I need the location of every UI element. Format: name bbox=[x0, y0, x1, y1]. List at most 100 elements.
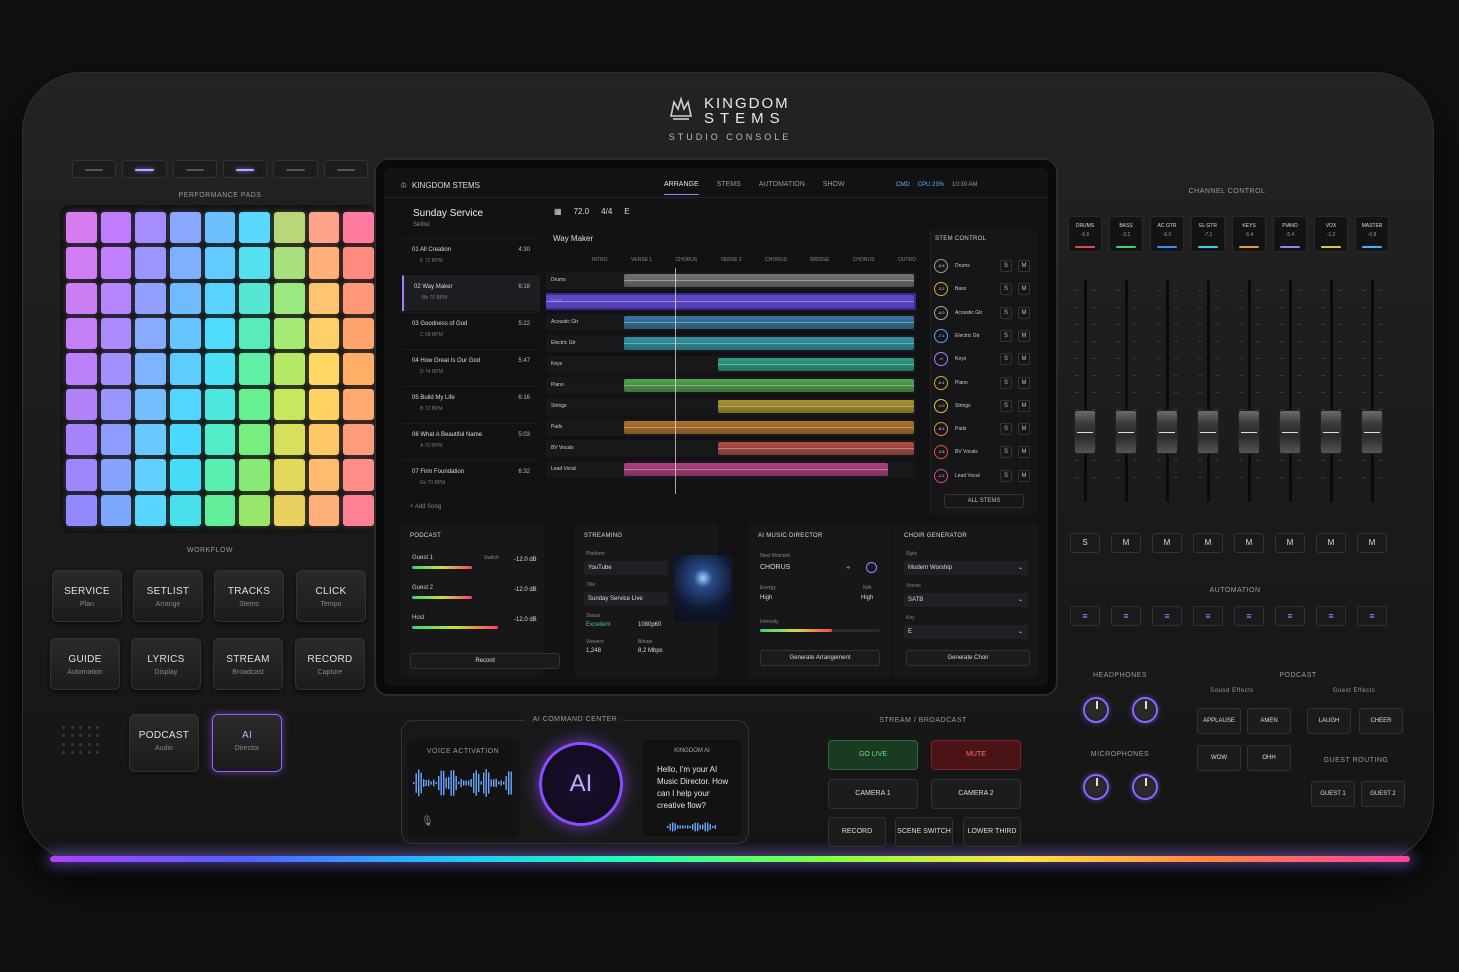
tempo-value[interactable]: 72.0 bbox=[574, 207, 590, 216]
automation-button[interactable]: ≡ bbox=[1193, 606, 1223, 626]
performance-pad[interactable] bbox=[169, 247, 201, 279]
target-icon[interactable]: ⌖ bbox=[846, 563, 851, 573]
key-select[interactable]: E ⌄ bbox=[904, 625, 1028, 639]
section-marker[interactable]: CHORUS bbox=[765, 257, 787, 263]
audio-clip[interactable] bbox=[718, 442, 914, 455]
performance-pad[interactable] bbox=[100, 388, 132, 420]
performance-pad[interactable] bbox=[169, 282, 201, 314]
performance-pad[interactable] bbox=[66, 247, 97, 279]
performance-pad[interactable] bbox=[239, 212, 270, 244]
performance-pad[interactable] bbox=[273, 459, 305, 491]
audio-clip[interactable] bbox=[718, 400, 914, 413]
performance-pad[interactable] bbox=[135, 494, 166, 526]
channel-fader[interactable] bbox=[1197, 410, 1219, 454]
section-marker[interactable]: CHORUS bbox=[853, 257, 875, 263]
channel-solo-mute-button[interactable]: M bbox=[1152, 533, 1182, 553]
mute-button[interactable]: M bbox=[1018, 469, 1030, 482]
scene-switch-button[interactable]: SCENE SWITCH bbox=[895, 817, 953, 847]
song-item[interactable]: 02 Way Maker Bb 76 BPM 6:18 bbox=[402, 275, 540, 311]
track-lane[interactable]: Strings bbox=[546, 398, 916, 415]
headphone-1-knob[interactable] bbox=[1083, 697, 1109, 723]
performance-pad[interactable] bbox=[308, 282, 340, 314]
performance-pad[interactable] bbox=[66, 212, 97, 244]
performance-pad[interactable] bbox=[308, 459, 340, 491]
guest-routing-2-button[interactable]: GUEST 2 bbox=[1361, 781, 1405, 807]
solo-button[interactable]: S bbox=[1000, 446, 1012, 459]
stem-level-knob[interactable]: -5.4 bbox=[934, 375, 948, 390]
performance-pad[interactable] bbox=[135, 353, 166, 385]
sound-effect-ohh-button[interactable]: OHH bbox=[1247, 745, 1291, 771]
song-item[interactable]: 05 Build My Life B 72 BPM 6:16 bbox=[402, 386, 540, 422]
track-lane[interactable]: Pads bbox=[546, 419, 916, 436]
track-lane[interactable]: Drums bbox=[546, 272, 916, 289]
performance-pad[interactable] bbox=[273, 317, 305, 350]
channel-fader[interactable] bbox=[1361, 410, 1383, 454]
tab-automation[interactable]: AUTOMATION bbox=[759, 181, 805, 195]
broadcast-record-button[interactable]: RECORD bbox=[828, 817, 886, 847]
performance-pad[interactable] bbox=[308, 212, 340, 244]
audio-clip[interactable] bbox=[624, 337, 914, 350]
channel-fader[interactable] bbox=[1074, 410, 1096, 454]
performance-pad[interactable] bbox=[135, 423, 166, 456]
camera-2-button[interactable]: CAMERA 2 bbox=[931, 779, 1021, 809]
channel-solo-mute-button[interactable]: M bbox=[1193, 533, 1223, 553]
performance-pad[interactable] bbox=[308, 247, 340, 279]
performance-pad[interactable] bbox=[66, 423, 97, 456]
performance-pad[interactable] bbox=[239, 423, 270, 456]
performance-pad[interactable] bbox=[169, 423, 201, 456]
solo-button[interactable]: S bbox=[1000, 423, 1012, 436]
performance-pad[interactable] bbox=[100, 423, 132, 456]
performance-pad[interactable] bbox=[343, 494, 374, 526]
performance-pad[interactable] bbox=[100, 247, 132, 279]
guest-routing-1-button[interactable]: GUEST 1 bbox=[1311, 781, 1355, 807]
performance-pad[interactable] bbox=[239, 317, 270, 350]
section-marker[interactable]: VERSE 1 bbox=[631, 257, 652, 263]
camera-1-button[interactable]: CAMERA 1 bbox=[828, 779, 918, 809]
section-marker[interactable]: INTRO bbox=[592, 257, 608, 263]
all-stems-button[interactable]: ALL STEMS bbox=[944, 494, 1024, 508]
podcast-level-meter[interactable] bbox=[412, 626, 498, 629]
automation-button[interactable]: ≡ bbox=[1275, 606, 1305, 626]
track-lane[interactable]: Acoustic Gtr bbox=[546, 314, 916, 331]
section-marker[interactable]: OUTRO bbox=[898, 257, 916, 263]
automation-button[interactable]: ≡ bbox=[1152, 606, 1182, 626]
performance-pad[interactable] bbox=[239, 353, 270, 385]
performance-pad[interactable] bbox=[273, 247, 305, 279]
stem-level-knob[interactable]: -6.0 bbox=[934, 305, 948, 320]
solo-button[interactable]: S bbox=[1000, 376, 1012, 389]
performance-pad[interactable] bbox=[66, 353, 97, 385]
performance-pad[interactable] bbox=[308, 317, 340, 350]
ai-spark-icon[interactable] bbox=[866, 562, 877, 573]
performance-pad[interactable] bbox=[308, 388, 340, 420]
workflow-ai-button[interactable]: AI Director bbox=[212, 714, 282, 772]
song-item[interactable]: 03 Goodness of God C 68 BPM 5:22 bbox=[402, 312, 540, 348]
performance-pad[interactable] bbox=[273, 388, 305, 420]
performance-pad[interactable] bbox=[273, 494, 305, 526]
mute-button[interactable]: M bbox=[1018, 446, 1030, 459]
performance-pad[interactable] bbox=[343, 212, 374, 244]
track-lane[interactable]: Electric Gtr bbox=[546, 335, 916, 352]
podcast-record-button[interactable]: Record bbox=[410, 653, 560, 669]
mute-button[interactable]: M bbox=[1018, 399, 1030, 412]
sound-effect-cheer-button[interactable]: CHEER bbox=[1359, 708, 1403, 734]
workflow-lyrics-button[interactable]: LYRICS Display bbox=[131, 638, 201, 690]
performance-pad[interactable] bbox=[204, 282, 236, 314]
lower-third-button[interactable]: LOWER THIRD bbox=[963, 817, 1021, 847]
tab-arrange[interactable]: ARRANGE bbox=[664, 181, 699, 195]
section-marker[interactable]: VERSE 2 bbox=[721, 257, 742, 263]
performance-pad[interactable] bbox=[239, 388, 270, 420]
channel-fader[interactable] bbox=[1156, 410, 1178, 454]
audio-clip[interactable] bbox=[718, 358, 914, 371]
stem-level-knob[interactable]: -8.5 bbox=[934, 422, 948, 437]
song-item[interactable]: 01 All Creation E 72 BPM 4:30 bbox=[402, 238, 540, 274]
stem-level-knob[interactable]: -1.0 bbox=[934, 398, 948, 413]
channel-solo-mute-button[interactable]: M bbox=[1357, 533, 1387, 553]
performance-pad[interactable] bbox=[204, 494, 236, 526]
performance-pad[interactable] bbox=[204, 423, 236, 456]
performance-pad[interactable] bbox=[343, 247, 374, 279]
solo-button[interactable]: S bbox=[1000, 353, 1012, 366]
mode-button-6[interactable] bbox=[323, 160, 368, 178]
performance-pad[interactable] bbox=[204, 459, 236, 491]
performance-pad[interactable] bbox=[343, 353, 374, 385]
sound-effect-amen-button[interactable]: AMEN bbox=[1247, 708, 1291, 734]
